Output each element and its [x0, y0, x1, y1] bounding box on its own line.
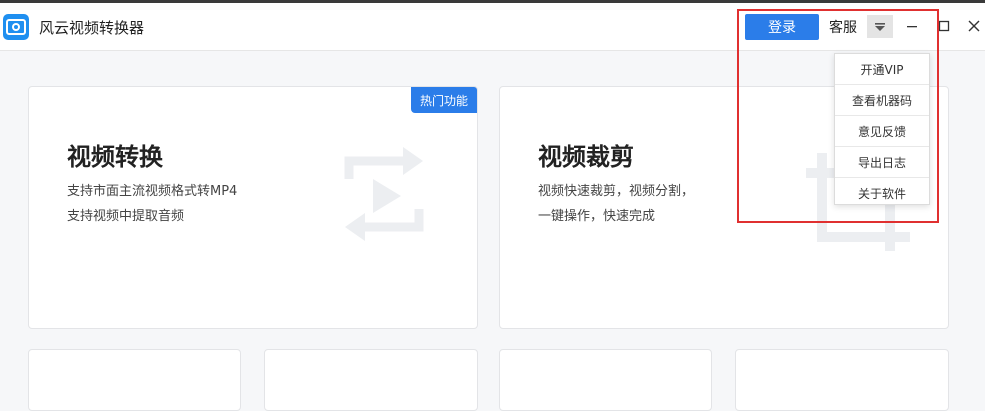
app-title: 风云视频转换器 — [39, 19, 145, 37]
video-convert-card[interactable]: 热门功能 视频转换 支持市面主流视频格式转MP4 支持视频中提取音频 — [28, 86, 478, 329]
annotation-highlight-box — [737, 9, 939, 223]
close-button[interactable] — [960, 11, 985, 41]
feature-card[interactable] — [735, 349, 949, 411]
play-logo-icon — [3, 14, 29, 40]
convert-play-icon — [344, 147, 424, 241]
card-description-line: 视频快速裁剪，视频分割， — [538, 184, 695, 199]
card-description-line: 一键操作，快速完成 — [538, 209, 656, 224]
maximize-icon — [938, 20, 950, 32]
close-icon — [968, 20, 980, 32]
feature-card[interactable] — [499, 349, 712, 411]
card-description-line: 支持市面主流视频格式转MP4 — [67, 184, 238, 199]
card-title: 视频转换 — [67, 143, 163, 171]
card-description-line: 支持视频中提取音频 — [67, 209, 185, 224]
hot-feature-badge: 热门功能 — [411, 87, 477, 113]
card-title: 视频裁剪 — [538, 143, 634, 171]
feature-card[interactable] — [264, 349, 478, 411]
feature-card[interactable] — [28, 349, 241, 411]
